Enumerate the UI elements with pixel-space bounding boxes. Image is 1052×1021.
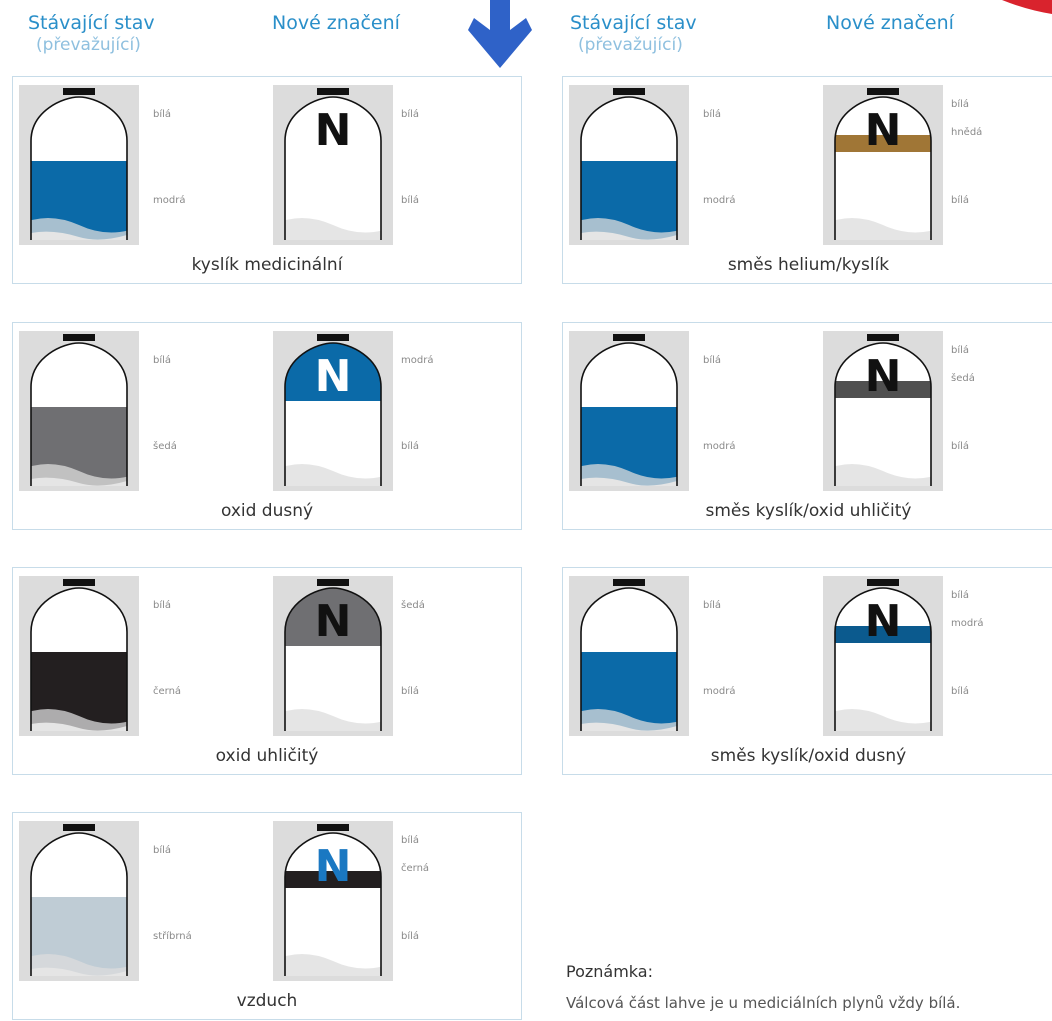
valve-cap <box>63 88 95 95</box>
note-text: Válcová část lahve je u mediciálních ply… <box>566 994 961 1012</box>
cylinder-current-icon <box>19 85 139 245</box>
color-label: bílá <box>951 590 970 601</box>
color-label: šedá <box>401 600 425 611</box>
gas-name: oxid dusný <box>220 501 314 521</box>
color-label: hnědá <box>951 127 983 138</box>
valve-cap <box>613 88 645 95</box>
color-label: šedá <box>153 441 177 452</box>
gas-panel: Nbílá stříbrná bílá černá bílá vzduch <box>12 812 522 1020</box>
valve-cap <box>317 334 349 341</box>
color-label: bílá <box>951 99 970 110</box>
gas-name: vzduch <box>236 991 298 1011</box>
cylinder-current-icon <box>19 576 139 736</box>
valve-cap <box>613 334 645 341</box>
color-label: bílá <box>153 355 172 366</box>
gas-panel: Nbílá modrá bílá hnědá bílá směs helium/kyslí… <box>562 76 1052 284</box>
color-label: modrá <box>703 686 736 697</box>
color-label: modrá <box>703 195 736 206</box>
color-label: bílá <box>401 835 420 846</box>
header-new-label: Nové značení <box>272 12 400 34</box>
color-label: modrá <box>401 355 434 366</box>
cylinder-new-icon: N <box>823 576 943 736</box>
color-label: bílá <box>951 686 970 697</box>
gas-panel: Nbílá modrá bílá modrá bílá směs kyslík/oxid … <box>562 567 1052 775</box>
note-title: Poznámka: <box>566 962 653 981</box>
cylinder-new-icon: N <box>273 821 393 981</box>
cylinder-current-icon <box>19 331 139 491</box>
header-current-sublabel: (převažující) <box>578 35 683 55</box>
color-label: bílá <box>401 686 420 697</box>
color-label: bílá <box>401 195 420 206</box>
n-marker-letter: N <box>315 351 352 402</box>
header-new-label: Nové značení <box>826 12 954 34</box>
valve-cap <box>867 579 899 586</box>
gas-name: kyslík medicinální <box>191 255 343 275</box>
color-label: bílá <box>951 345 970 356</box>
n-marker-letter: N <box>865 351 902 402</box>
cylinder-new-icon: N <box>823 85 943 245</box>
header-new-marking-right: Nové značení <box>826 12 954 34</box>
valve-cap <box>317 579 349 586</box>
down-arrow-icon <box>468 0 532 68</box>
gas-name: oxid uhličitý <box>215 746 319 766</box>
cylinder-current-icon <box>569 576 689 736</box>
color-label: bílá <box>951 441 970 452</box>
cylinder-new-icon: N <box>273 85 393 245</box>
color-label: černá <box>401 863 430 874</box>
valve-cap <box>317 824 349 831</box>
color-label: bílá <box>153 600 172 611</box>
color-label: modrá <box>153 195 186 206</box>
color-label: černá <box>153 686 182 697</box>
header-current-sublabel: (převažující) <box>36 35 141 55</box>
gas-panel: Nbílá modrá bílá bílá kyslík medicinální <box>12 76 522 284</box>
n-marker-letter: N <box>315 596 352 647</box>
gas-name: směs kyslík/oxid uhličitý <box>705 501 912 521</box>
header-current-label: Stávající stav <box>28 12 155 34</box>
cylinder-current-icon <box>569 331 689 491</box>
header-current-state-left: Stávající stav (převažující) <box>28 12 155 56</box>
color-label: bílá <box>401 931 420 942</box>
valve-cap <box>63 824 95 831</box>
color-label: bílá <box>703 355 722 366</box>
cylinder-current-icon <box>569 85 689 245</box>
red-corner-decoration <box>1002 0 1052 14</box>
color-label: stříbrná <box>153 931 192 942</box>
gas-name: směs kyslík/oxid dusný <box>710 746 907 766</box>
n-marker-letter: N <box>315 105 352 156</box>
color-label: bílá <box>401 109 420 120</box>
valve-cap <box>317 88 349 95</box>
color-label: bílá <box>703 600 722 611</box>
gas-panel: Nbílá šedá modrá bílá oxid dusný <box>12 322 522 530</box>
color-label: bílá <box>703 109 722 120</box>
color-label: bílá <box>401 441 420 452</box>
cylinder-new-icon: N <box>823 331 943 491</box>
valve-cap <box>867 334 899 341</box>
n-marker-letter: N <box>315 841 352 892</box>
valve-cap <box>613 579 645 586</box>
color-label: bílá <box>951 195 970 206</box>
n-marker-letter: N <box>865 596 902 647</box>
cylinder-new-icon: N <box>273 331 393 491</box>
gas-panel: Nbílá modrá bílá šedá bílá směs kyslík/oxid u… <box>562 322 1052 530</box>
valve-cap <box>63 334 95 341</box>
header-current-label: Stávající stav <box>570 12 697 34</box>
valve-cap <box>63 579 95 586</box>
gas-name: směs helium/kyslík <box>727 255 890 275</box>
header-current-state-right: Stávající stav (převažující) <box>570 12 697 56</box>
color-label: bílá <box>153 109 172 120</box>
color-label: šedá <box>951 373 975 384</box>
header-new-marking-left: Nové značení <box>272 12 400 34</box>
valve-cap <box>867 88 899 95</box>
color-label: bílá <box>153 845 172 856</box>
cylinder-current-icon <box>19 821 139 981</box>
color-label: modrá <box>703 441 736 452</box>
gas-panel: Nbílá černá šedá bílá oxid uhličitý <box>12 567 522 775</box>
color-label: modrá <box>951 618 984 629</box>
n-marker-letter: N <box>865 105 902 156</box>
cylinder-new-icon: N <box>273 576 393 736</box>
